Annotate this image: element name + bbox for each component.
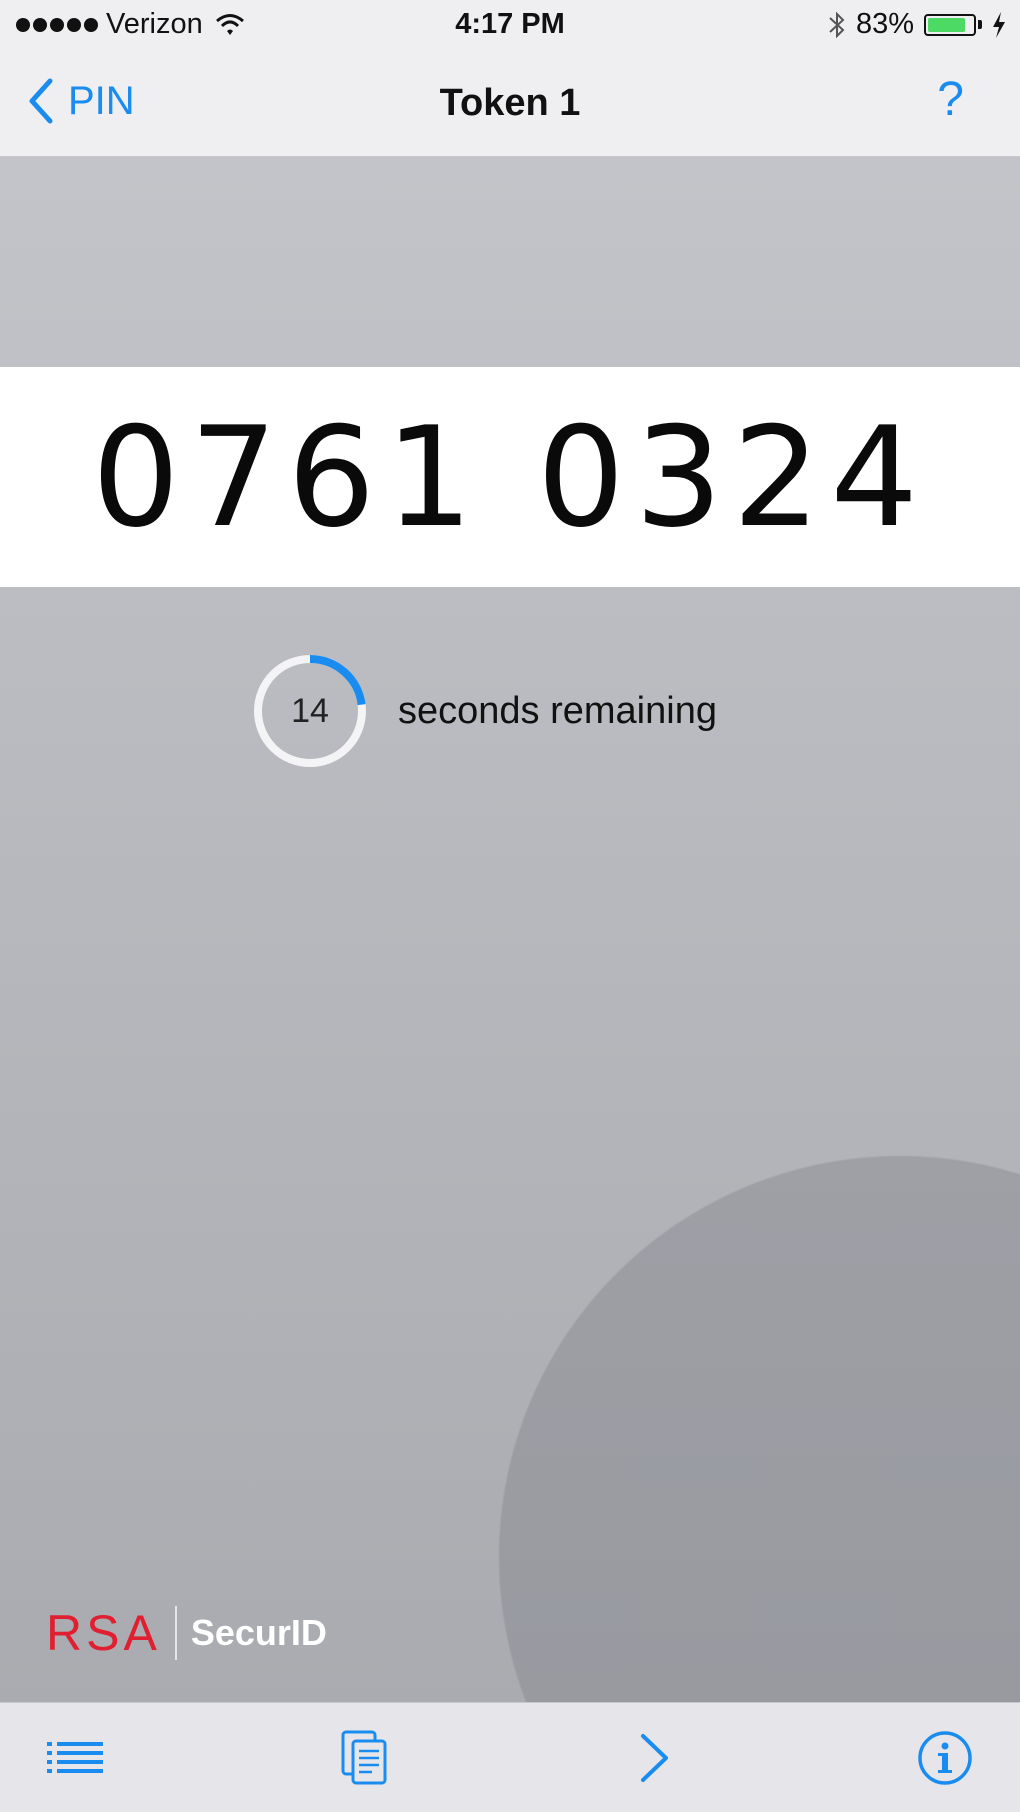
token-code-panel: 0761 0324 bbox=[0, 367, 1020, 587]
list-icon bbox=[47, 1741, 103, 1773]
battery-icon bbox=[924, 13, 982, 36]
rsa-logo-text: RSA bbox=[46, 1605, 161, 1661]
info-button[interactable] bbox=[900, 1703, 990, 1812]
chevron-right-icon bbox=[641, 1733, 668, 1782]
countdown-timer: 14 seconds remaining bbox=[252, 653, 717, 769]
navigation-bar: PIN Token 1 ? bbox=[0, 52, 1020, 157]
copy-icon bbox=[341, 1730, 387, 1784]
help-button[interactable]: ? bbox=[937, 72, 964, 127]
rsa-securid-logo: RSA SecurID bbox=[46, 1604, 327, 1662]
seconds-remaining-label: seconds remaining bbox=[398, 689, 717, 732]
bluetooth-icon bbox=[829, 11, 845, 38]
product-name: SecurID bbox=[190, 1612, 327, 1653]
countdown-ring: 14 bbox=[252, 653, 368, 769]
token-code[interactable]: 0761 0324 bbox=[92, 397, 928, 558]
battery-fill bbox=[928, 17, 965, 32]
bottom-toolbar bbox=[0, 1702, 1020, 1812]
next-token-button[interactable] bbox=[610, 1703, 700, 1812]
seconds-remaining-number: 14 bbox=[291, 691, 329, 730]
logo-divider bbox=[174, 1606, 177, 1660]
battery-percent: 83% bbox=[855, 8, 914, 40]
status-right: 83% bbox=[828, 8, 1006, 41]
charging-bolt-icon bbox=[993, 11, 1005, 38]
token-list-button[interactable] bbox=[30, 1703, 120, 1812]
status-bar: Verizon 4:17 PM 83% bbox=[0, 0, 1020, 52]
token-content-area: 0761 0324 14 seconds remaining RSA Secur… bbox=[0, 157, 1020, 1702]
copy-button[interactable] bbox=[320, 1703, 410, 1812]
page-title: Token 1 bbox=[439, 82, 581, 124]
info-icon bbox=[918, 1730, 972, 1785]
